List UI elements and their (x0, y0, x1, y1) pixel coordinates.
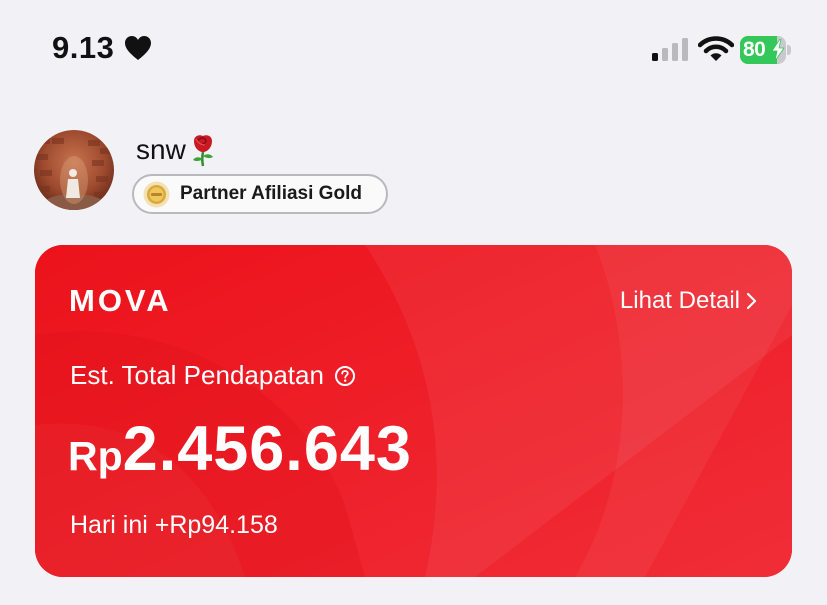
bolt-icon (771, 39, 785, 61)
badge-label: Partner Afiliasi Gold (180, 183, 362, 204)
status-time: 9.13 (52, 30, 115, 65)
cellular-signal-icon (652, 38, 688, 61)
username: snw (136, 133, 218, 167)
battery-charging-icon: 80 (740, 36, 791, 64)
avatar-image (34, 130, 114, 210)
gold-medal-icon (143, 181, 170, 207)
avatar[interactable] (34, 130, 114, 210)
wifi-icon (698, 36, 734, 61)
heart-icon (125, 36, 151, 60)
username-text: snw (136, 134, 186, 165)
total-label-row: Est. Total Pendapatan (70, 360, 356, 391)
currency-symbol: Rp (68, 433, 123, 479)
rose-icon (192, 135, 213, 167)
today-earnings: Hari ini +Rp94.158 (70, 511, 278, 539)
help-icon[interactable] (334, 365, 356, 387)
see-detail-label: Lihat Detail (619, 287, 740, 314)
battery-cap (787, 45, 791, 55)
chevron-right-icon (746, 292, 757, 310)
see-detail-link[interactable]: Lihat Detail (620, 287, 758, 315)
status-bar: 9.13 80 (0, 0, 827, 100)
total-earnings-label: Est. Total Pendapatan (70, 360, 324, 390)
battery-body: 80 (740, 36, 786, 64)
amount-value: 2.456.643 (122, 414, 412, 484)
total-earnings-amount: Rp 2.456.643 (68, 413, 412, 485)
brand-logo: MOVA (69, 283, 172, 318)
battery-level: 80 (743, 38, 766, 61)
earnings-card[interactable]: MOVA Lihat Detail Est. Total Pendapatan … (35, 245, 792, 577)
affiliate-badge[interactable]: Partner Afiliasi Gold (132, 174, 388, 214)
